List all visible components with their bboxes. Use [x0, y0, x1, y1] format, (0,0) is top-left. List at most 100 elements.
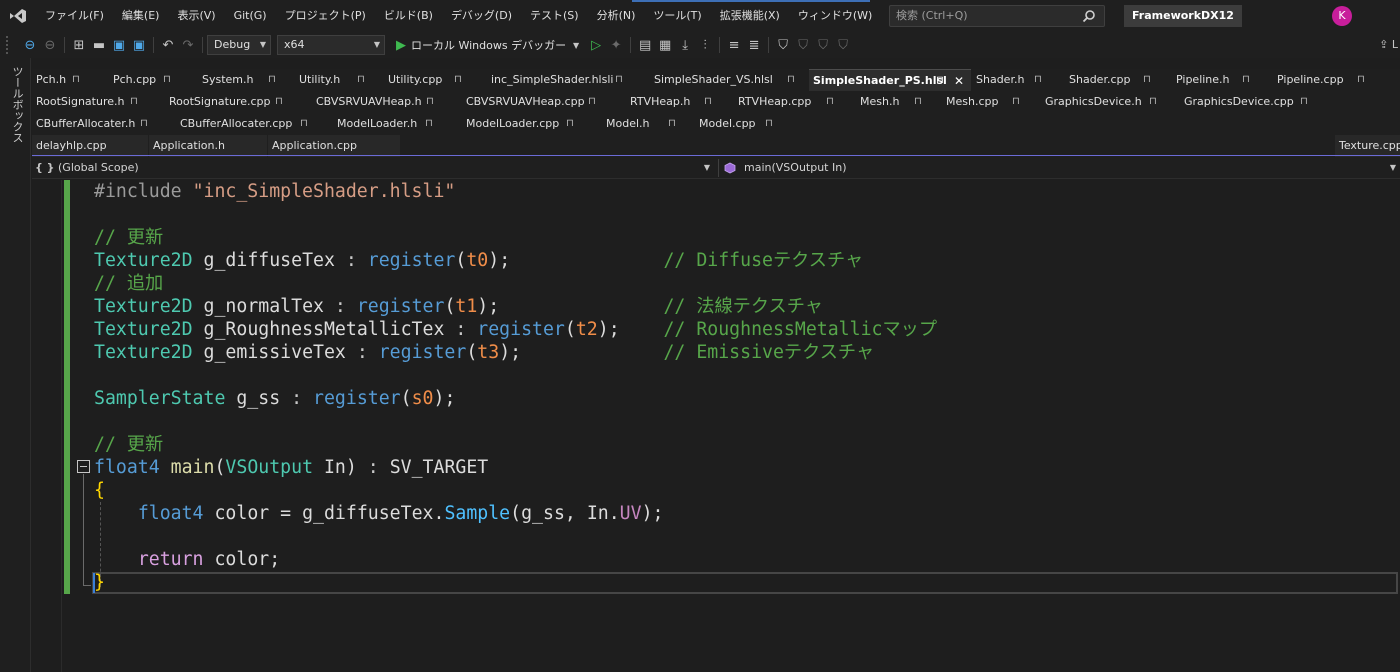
pin-icon[interactable]: ⊓	[668, 113, 676, 135]
tab-rtvheap-h[interactable]: RTVHeap.h ⊓	[626, 91, 732, 113]
tab-model-h[interactable]: Model.h ⊓	[602, 113, 694, 135]
code-line-8[interactable]: Texture2D g_emissiveTex : register(t3); …	[94, 341, 874, 364]
pin-icon[interactable]: ⊓	[300, 113, 308, 135]
pin-icon[interactable]: ⊓	[1149, 91, 1157, 113]
tab-rootsignature-h[interactable]: RootSignature.h ⊓	[32, 91, 162, 113]
pin-icon[interactable]: ⊓	[1357, 69, 1365, 91]
bookmark-icon[interactable]: ⛉	[773, 35, 793, 55]
close-icon[interactable]: ✕	[954, 70, 964, 92]
next-bookmark-icon[interactable]: ⛉	[813, 35, 833, 55]
collapse-toggle-icon[interactable]	[77, 460, 90, 473]
code-line-14[interactable]: {	[94, 479, 105, 502]
browse-icon[interactable]: ▤	[635, 35, 655, 55]
function-dropdown[interactable]: main(VSOutput In) ▼	[718, 159, 1400, 177]
pin-icon[interactable]: ⊓	[1034, 69, 1042, 91]
scope-dropdown[interactable]: { } (Global Scope) ▼	[32, 159, 714, 177]
pin-icon[interactable]: ⊓	[275, 91, 283, 113]
tab-graphicsdevice-h[interactable]: GraphicsDevice.h ⊓	[1041, 91, 1179, 113]
pin-icon[interactable]: ⊓	[1300, 91, 1308, 113]
search-box[interactable]: 検索 (Ctrl+Q)	[889, 5, 1105, 27]
tab-shader-h[interactable]: Shader.h ⊓	[972, 69, 1064, 91]
tab-pipeline-h[interactable]: Pipeline.h ⊓	[1172, 69, 1272, 91]
menu-view[interactable]: 表示(V)	[168, 0, 224, 32]
pin-icon[interactable]: ⊓	[1242, 69, 1250, 91]
tab-modelloader-cpp[interactable]: ModelLoader.cpp ⊓	[462, 113, 602, 135]
pin-icon[interactable]: ⊓	[588, 91, 596, 113]
user-avatar[interactable]: K	[1332, 6, 1352, 26]
tab-inc-simpleshader-hlsli[interactable]: inc_SimpleShader.hlsli ⊓	[487, 69, 649, 91]
menu-project[interactable]: プロジェクト(P)	[276, 0, 375, 32]
code-line-1[interactable]: #include "inc_SimpleShader.hlsli"	[94, 180, 455, 203]
pin-icon[interactable]: ⊓	[914, 91, 922, 113]
prev-bookmark-icon[interactable]: ⛉	[793, 35, 813, 55]
menu-test[interactable]: テスト(S)	[521, 0, 588, 32]
pin-icon[interactable]: ⊓	[826, 91, 834, 113]
pin-icon[interactable]: ⊓	[936, 70, 944, 92]
tab-model-cpp[interactable]: Model.cpp ⊓	[695, 113, 799, 135]
platform-dropdown[interactable]: x64 ▼	[277, 35, 385, 55]
hierarchy-icon[interactable]: ⫶	[695, 35, 715, 55]
tab-utility-h[interactable]: Utility.h ⊓	[295, 69, 383, 91]
tab-cbvsrvuavheap-cpp[interactable]: CBVSRVUAVHeap.cpp ⊓	[462, 91, 624, 113]
window-layout-icon[interactable]: ▦	[655, 35, 675, 55]
toolbar-grip[interactable]	[6, 36, 20, 54]
pin-icon[interactable]: ⊓	[72, 69, 80, 91]
code-line-3[interactable]: // 更新	[94, 226, 163, 249]
clear-bookmarks-icon[interactable]: ⛉	[833, 35, 853, 55]
tab-graphicsdevice-cpp[interactable]: GraphicsDevice.cpp ⊓	[1180, 91, 1330, 113]
menu-tools[interactable]: ツール(T)	[644, 0, 710, 32]
pin-icon[interactable]: ⊓	[566, 113, 574, 135]
pin-icon[interactable]: ⊓	[1012, 91, 1020, 113]
pin-icon[interactable]: ⊓	[425, 113, 433, 135]
hot-reload-icon[interactable]: ✦	[606, 35, 626, 55]
code-line-6[interactable]: Texture2D g_normalTex : register(t1); //…	[94, 295, 823, 318]
pin-icon[interactable]: ⊓	[1143, 69, 1151, 91]
menu-debug[interactable]: デバッグ(D)	[442, 0, 521, 32]
pin-icon[interactable]: ⊓	[426, 91, 434, 113]
pin-icon[interactable]: ⊓	[357, 69, 365, 91]
pin-icon[interactable]: ⊓	[268, 69, 276, 91]
menu-git[interactable]: Git(G)	[225, 0, 276, 32]
configuration-dropdown[interactable]: Debug ▼	[207, 35, 271, 55]
pin-icon[interactable]: ⊓	[130, 91, 138, 113]
tab-cbufferallocater-h[interactable]: CBufferAllocater.h ⊓	[32, 113, 174, 135]
code-line-13[interactable]: float4 main(VSOutput In) : SV_TARGET	[94, 456, 488, 479]
tab-shader-cpp[interactable]: Shader.cpp ⊓	[1065, 69, 1171, 91]
step-icon[interactable]: ⤓	[675, 35, 695, 55]
toolbox-label[interactable]: ツールボックス	[9, 66, 25, 143]
pin-icon[interactable]: ⊓	[454, 69, 462, 91]
tab-delayhlp-cpp[interactable]: delayhlp.cpp	[32, 135, 148, 157]
tab-mesh-h[interactable]: Mesh.h ⊓	[856, 91, 941, 113]
tab-utility-cpp[interactable]: Utility.cpp ⊓	[384, 69, 486, 91]
tab-pipeline-cpp[interactable]: Pipeline.cpp ⊓	[1273, 69, 1383, 91]
open-folder-icon[interactable]: ▬	[89, 35, 109, 55]
tab-modelloader-h[interactable]: ModelLoader.h ⊓	[333, 113, 461, 135]
pin-icon[interactable]: ⊓	[787, 69, 795, 91]
visual-studio-logo-icon[interactable]	[0, 0, 36, 32]
code-editor[interactable]: #include "inc_SimpleShader.hlsli" // 更新 …	[32, 180, 1400, 672]
tab-rtvheap-cpp[interactable]: RTVHeap.cpp ⊓	[734, 91, 854, 113]
tab-cbufferallocater-cpp[interactable]: CBufferAllocater.cpp ⊓	[176, 113, 332, 135]
code-line-4[interactable]: Texture2D g_diffuseTex : register(t0); /…	[94, 249, 863, 272]
code-line-12[interactable]: // 更新	[94, 433, 163, 456]
live-share-icon[interactable]: ⇪ L	[1379, 38, 1398, 51]
tab-simpleshader-vs-hlsl[interactable]: SimpleShader_VS.hlsl ⊓	[650, 69, 808, 91]
tab-application-h[interactable]: Application.h	[149, 135, 267, 157]
tab-cbvsrvuavheap-h[interactable]: CBVSRVUAVHeap.h ⊓	[312, 91, 460, 113]
toolbox-panel[interactable]: ツールボックス	[0, 58, 31, 672]
menu-analyze[interactable]: 分析(N)	[588, 0, 645, 32]
pin-icon[interactable]: ⊓	[765, 113, 773, 135]
tab-texture-cpp[interactable]: Texture.cpp	[1335, 135, 1400, 157]
code-line-7[interactable]: Texture2D g_RoughnessMetallicTex : regis…	[94, 318, 937, 341]
save-icon[interactable]: ▣	[109, 35, 129, 55]
chevron-down-icon[interactable]: ▼	[566, 35, 586, 55]
forward-icon[interactable]: ⊖	[40, 35, 60, 55]
pin-icon[interactable]: ⊓	[704, 91, 712, 113]
start-debug-button[interactable]: ローカル Windows デバッガー	[411, 37, 566, 53]
start-without-debug-icon[interactable]: ▷	[586, 35, 606, 55]
tab-pch-cpp[interactable]: Pch.cpp ⊓	[109, 69, 197, 91]
code-line-15[interactable]: float4 color = g_diffuseTex.Sample(g_ss,…	[94, 502, 664, 525]
menu-build[interactable]: ビルド(B)	[375, 0, 442, 32]
solution-name-badge[interactable]: FrameworkDX12	[1124, 5, 1242, 27]
save-all-icon[interactable]: ▣	[129, 35, 149, 55]
